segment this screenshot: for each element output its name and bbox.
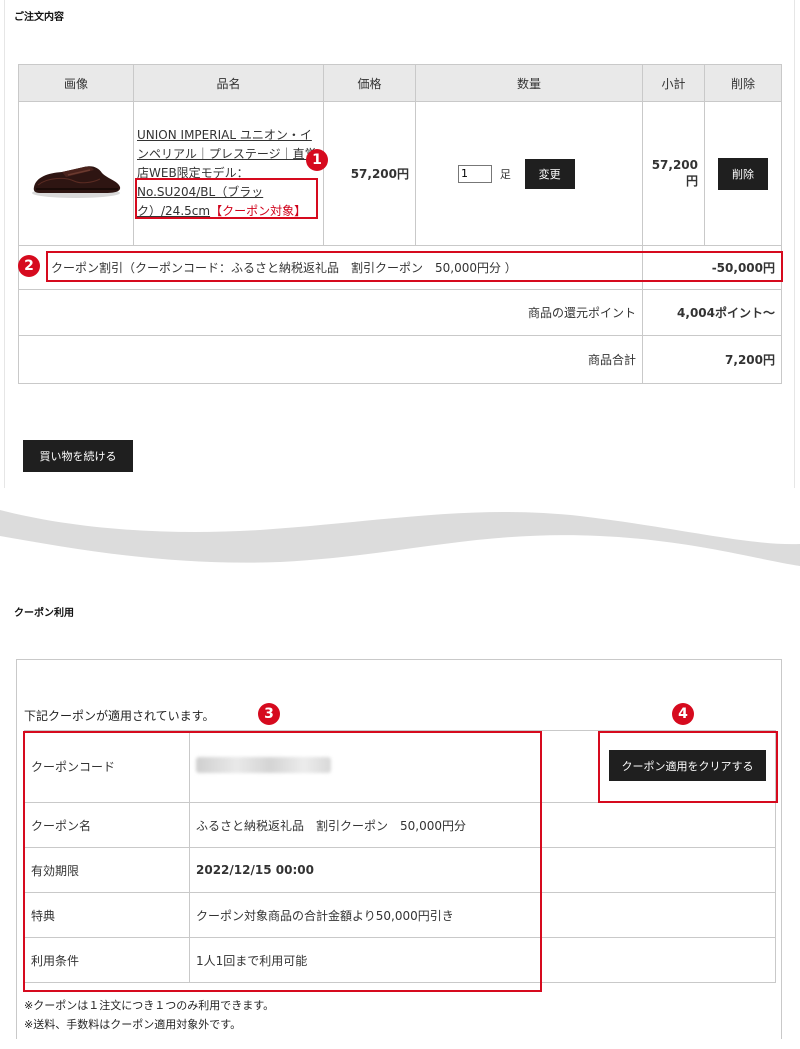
coupon-section-title: クーポン利用 [14,608,74,619]
quantity-unit: 足 [499,167,511,181]
delete-item-button[interactable]: 削除 [718,157,768,190]
points-value: 4,004ポイント〜 [642,289,782,336]
coupon-tag-highlight [135,178,318,219]
product-image-cell [18,101,134,246]
product-row: UNION IMPERIAL ユニオン・インペリアル｜プレステージ｜直営店WEB… [18,101,782,246]
coupon-row-highlight [46,251,783,282]
coupon-note-1: ※クーポンは１注文につき１つのみ利用できます。 [24,999,275,1012]
product-price: 57,200円 [323,101,416,246]
total-label: 商品合計 [18,335,643,384]
coupon-note-2: ※送料、手数料はクーポン適用対象外です。 [24,1018,242,1031]
wave-divider [0,488,800,566]
coupon-applied-text: 下記クーポンが適用されています。 [24,709,215,723]
header-delete: 削除 [704,64,782,102]
quantity-input[interactable] [458,164,492,183]
points-row: 商品の還元ポイント 4,004ポイント〜 [18,289,782,336]
product-name-cell: UNION IMPERIAL ユニオン・インペリアル｜プレステージ｜直営店WEB… [133,101,324,246]
change-quantity-button[interactable]: 変更 [524,158,575,189]
order-table: 画像 品名 価格 数量 小計 削除 UNION IMPERIAL ユニオン・イン… [18,64,782,384]
header-qty: 数量 [415,64,643,102]
clear-button-highlight [598,731,778,803]
order-section-title: ご注文内容 [14,12,64,23]
annotation-badge-1: 1 [306,149,328,171]
annotation-badge-4: 4 [672,703,694,725]
header-name: 品名 [133,64,324,102]
annotation-badge-2: 2 [18,255,40,277]
points-label: 商品の還元ポイント [18,289,643,336]
delete-cell: 削除 [704,101,782,246]
header-subtotal: 小計 [642,64,705,102]
loafer-shoe-image[interactable] [26,137,126,211]
order-table-header: 画像 品名 価格 数量 小計 削除 [18,64,782,102]
header-image: 画像 [18,64,134,102]
total-value: 7,200円 [642,335,782,384]
product-subtotal: 57,200円 [642,101,705,246]
coupon-detail-highlight [23,731,542,992]
header-price: 価格 [323,64,416,102]
total-row: 商品合計 7,200円 [18,335,782,384]
continue-shopping-button[interactable]: 買い物を続ける [23,440,133,472]
quantity-cell: 足 変更 [415,101,643,246]
annotation-badge-3: 3 [258,703,280,725]
